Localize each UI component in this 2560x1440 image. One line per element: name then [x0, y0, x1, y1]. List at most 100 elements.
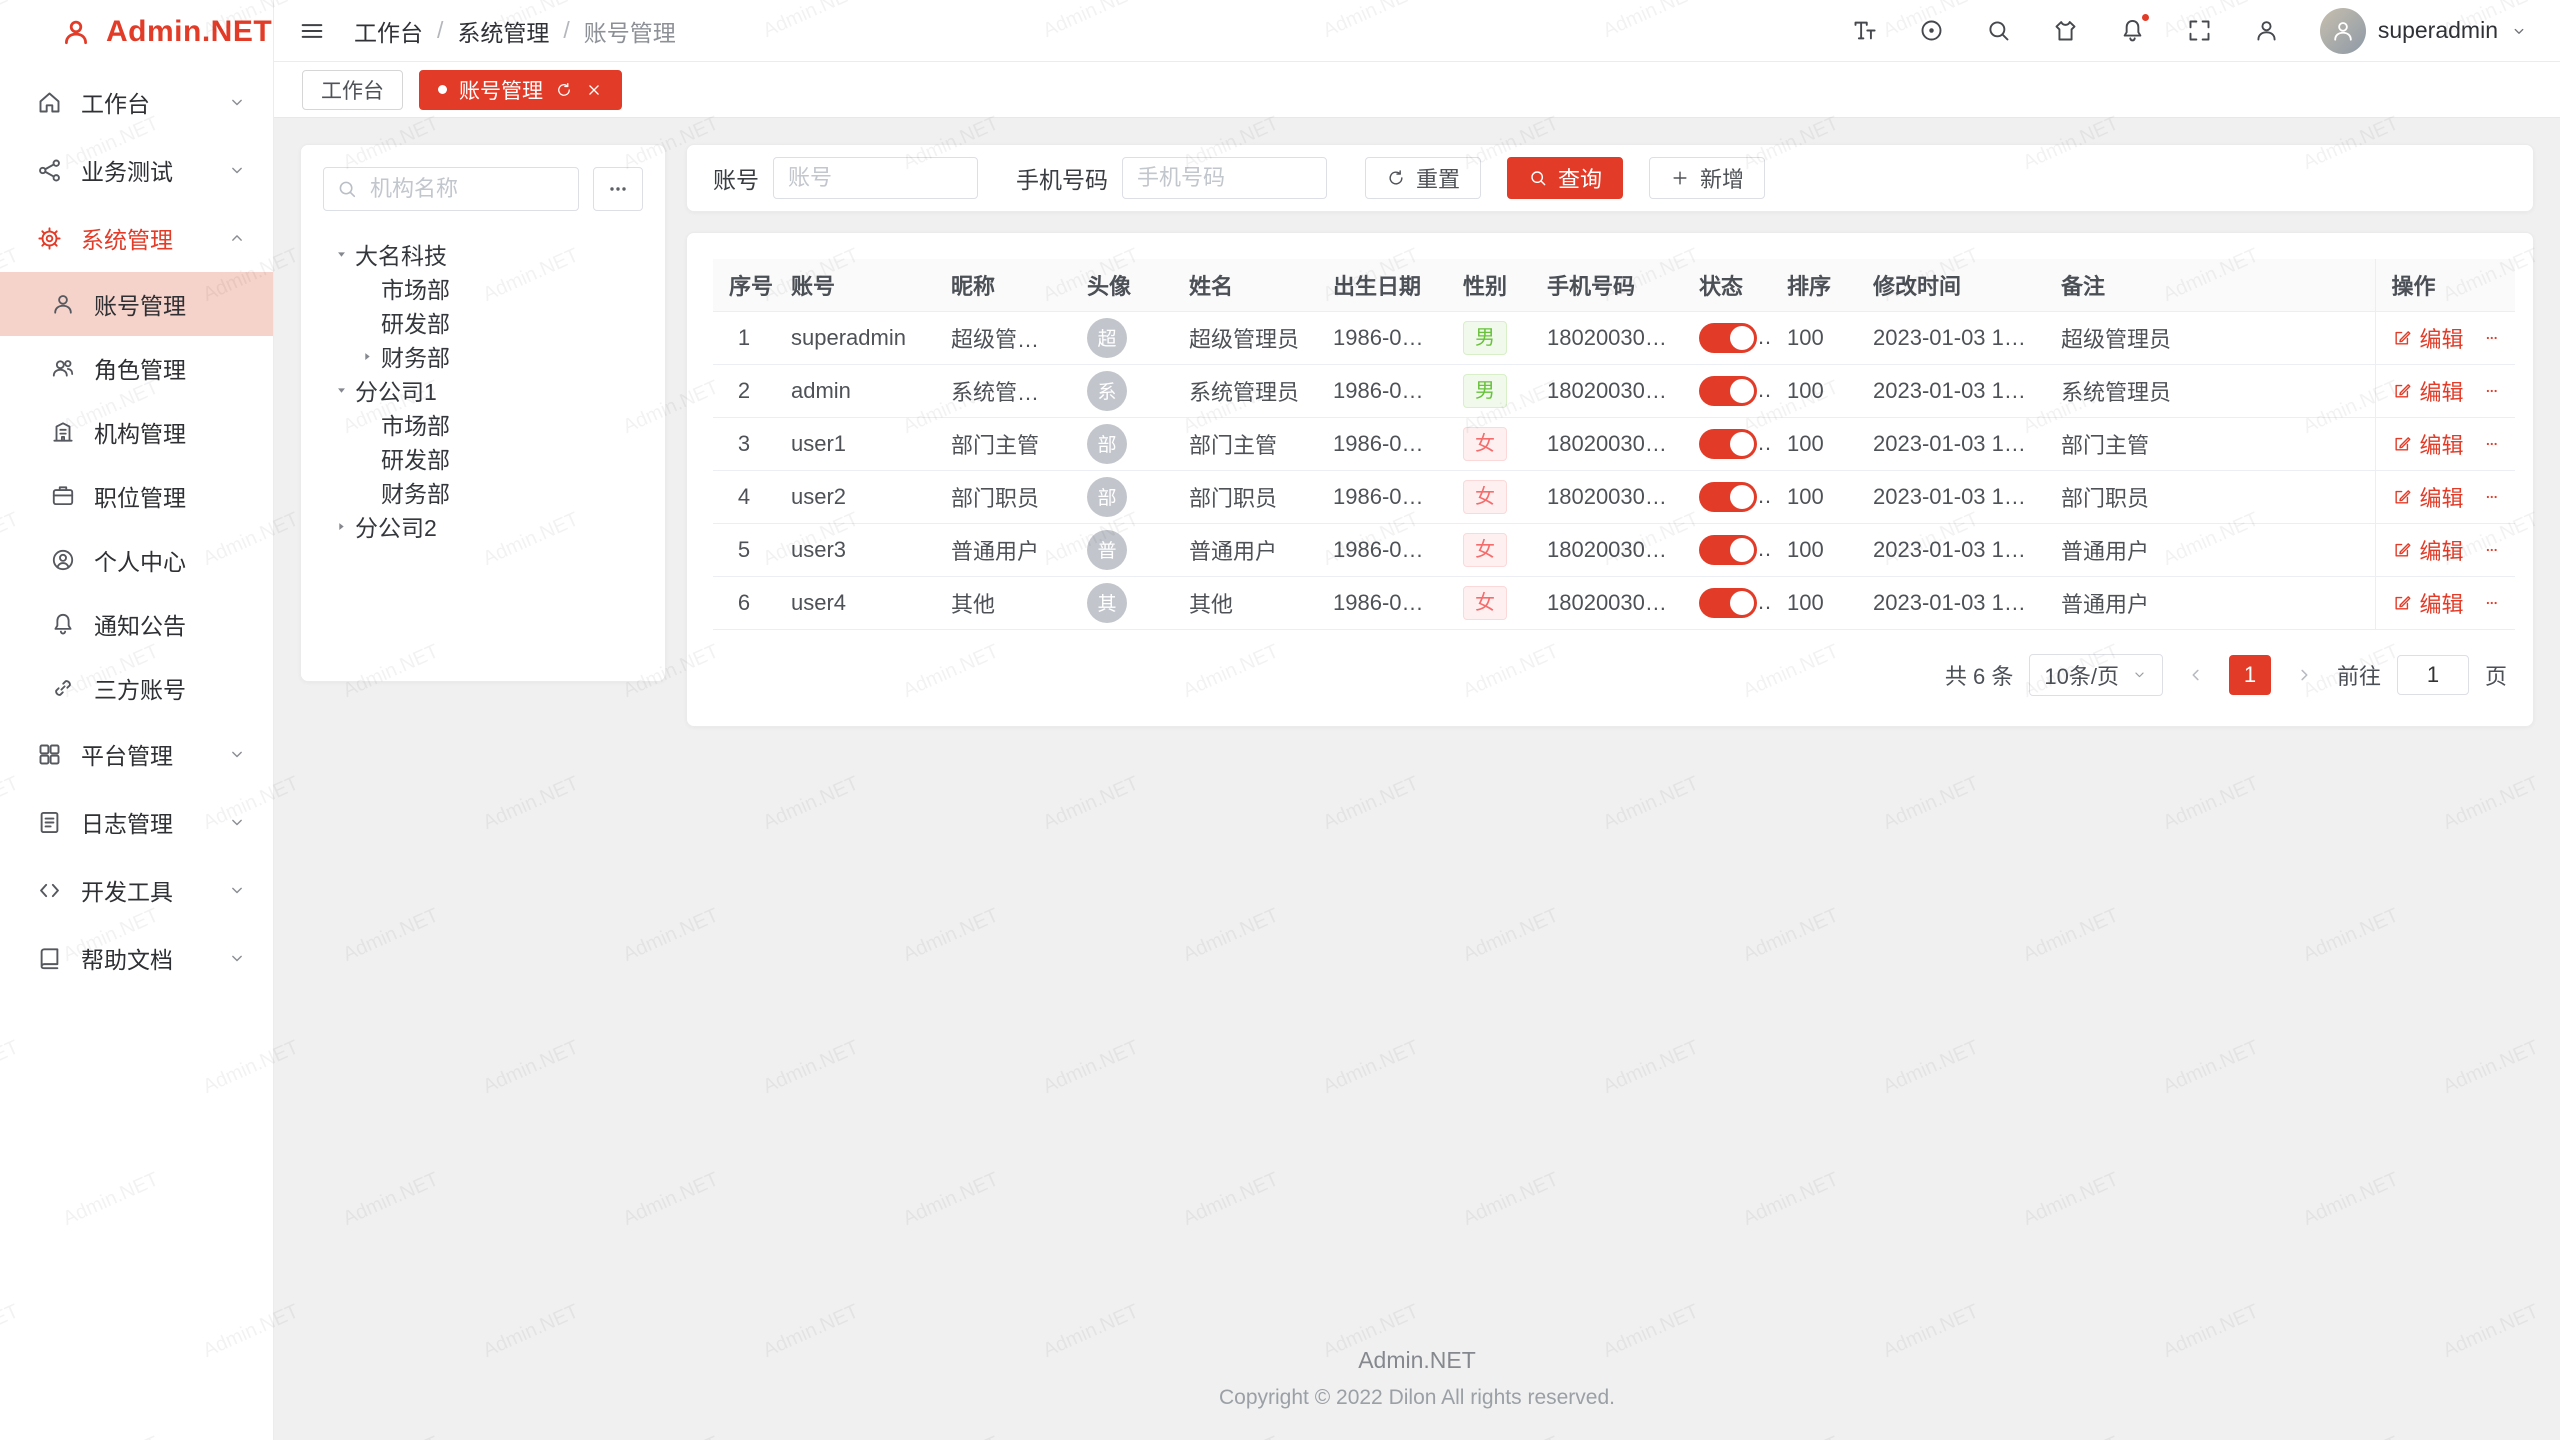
close-icon[interactable]: [585, 81, 603, 99]
sidebar-item[interactable]: 日志管理: [0, 788, 273, 856]
prev-page-button[interactable]: [2179, 658, 2213, 692]
font-size-icon[interactable]: [1851, 17, 1878, 44]
tree-caret-spacer: [353, 308, 381, 336]
tree-node[interactable]: 市场部: [323, 271, 643, 305]
tree-node-label: 分公司1: [355, 373, 437, 407]
footer-copyright: Copyright © 2022 Dilon All rights reserv…: [274, 1386, 2560, 1410]
tree-caret[interactable]: [327, 240, 355, 268]
status-toggle[interactable]: [1699, 535, 1757, 565]
breadcrumb-item[interactable]: 系统管理: [457, 14, 549, 48]
edit-button[interactable]: 编辑: [2392, 481, 2464, 513]
sidebar-subitem-label: 三方账号: [94, 671, 247, 705]
cell-birth: 1986-06-28: [1317, 311, 1447, 364]
cell-order: 100: [1771, 470, 1857, 523]
search-icon: [1528, 168, 1548, 188]
cell-remark: 部门职员: [2045, 470, 2375, 523]
cell-name: 普通用户: [1173, 523, 1317, 576]
goto-page-input[interactable]: [2397, 655, 2469, 695]
search-button[interactable]: 查询: [1507, 157, 1623, 199]
tree-caret-spacer: [353, 410, 381, 438]
tree-caret[interactable]: [353, 342, 381, 370]
sidebar-subitem[interactable]: 通知公告: [0, 592, 273, 656]
tree-node[interactable]: 研发部: [323, 305, 643, 339]
tree-node[interactable]: 财务部: [323, 475, 643, 509]
bell-icon[interactable]: [2119, 17, 2146, 44]
row-more-icon[interactable]: [2484, 379, 2499, 403]
discover-icon[interactable]: [1918, 17, 1945, 44]
row-more-icon[interactable]: [2484, 326, 2499, 350]
view-tab[interactable]: 工作台: [302, 70, 403, 110]
tree-node[interactable]: 市场部: [323, 407, 643, 441]
tree-node[interactable]: 财务部: [323, 339, 643, 373]
next-page-button[interactable]: [2287, 658, 2321, 692]
account-filter-input[interactable]: [773, 157, 978, 199]
status-toggle[interactable]: [1699, 323, 1757, 353]
cell-remark: 普通用户: [2045, 576, 2375, 629]
status-toggle[interactable]: [1699, 376, 1757, 406]
sidebar-item[interactable]: 业务测试: [0, 136, 273, 204]
theme-icon[interactable]: [2052, 17, 2079, 44]
sidebar-subitem[interactable]: 职位管理: [0, 464, 273, 528]
column-header: 姓名: [1173, 259, 1317, 311]
tree-node[interactable]: 研发部: [323, 441, 643, 475]
cell-nickname: 其他: [935, 576, 1071, 629]
sidebar-item[interactable]: 工作台: [0, 68, 273, 136]
refresh-icon: [555, 81, 573, 99]
row-more-icon[interactable]: [2484, 538, 2499, 562]
user-menu[interactable]: superadmin: [2320, 8, 2528, 54]
sidebar-subitem[interactable]: 三方账号: [0, 656, 273, 720]
app-logo[interactable]: Admin.NET: [0, 0, 273, 64]
reset-button[interactable]: 重置: [1365, 157, 1481, 199]
sidebar-item[interactable]: 平台管理: [0, 720, 273, 788]
edit-button[interactable]: 编辑: [2392, 322, 2464, 354]
edit-button[interactable]: 编辑: [2392, 375, 2464, 407]
sidebar-item[interactable]: 开发工具: [0, 856, 273, 924]
tree-node[interactable]: 大名科技: [323, 237, 643, 271]
phone-filter-input[interactable]: [1122, 157, 1327, 199]
breadcrumb-item[interactable]: 工作台: [354, 14, 423, 48]
cell-remark: 超级管理员: [2045, 311, 2375, 364]
sidebar-subitem[interactable]: 个人中心: [0, 528, 273, 592]
edit-button[interactable]: 编辑: [2392, 534, 2464, 566]
row-more-icon[interactable]: [2484, 485, 2499, 509]
tree-node[interactable]: 分公司2: [323, 509, 643, 543]
sidebar-menu: 工作台业务测试系统管理账号管理角色管理机构管理职位管理个人中心通知公告三方账号平…: [0, 64, 273, 1440]
status-toggle[interactable]: [1699, 429, 1757, 459]
search-icon[interactable]: [1985, 17, 2012, 44]
sidebar-item[interactable]: 系统管理: [0, 204, 273, 272]
status-toggle[interactable]: [1699, 482, 1757, 512]
plus-icon: [1670, 168, 1690, 188]
table-row: 5user3普通用户普普通用户1986-06-28女18020030720100…: [713, 523, 2515, 576]
edit-button[interactable]: 编辑: [2392, 587, 2464, 619]
sidebar-subitem[interactable]: 账号管理: [0, 272, 273, 336]
edit-icon: [2392, 328, 2412, 348]
sidebar-subitem[interactable]: 机构管理: [0, 400, 273, 464]
fullscreen-icon[interactable]: [2186, 17, 2213, 44]
tree-caret[interactable]: [327, 512, 355, 540]
org-search-input[interactable]: [368, 175, 566, 203]
chev-down-icon: [227, 812, 247, 832]
add-button[interactable]: 新增: [1649, 157, 1765, 199]
cell-nickname: 部门主管: [935, 417, 1071, 470]
goto-label: 前往: [2337, 659, 2381, 691]
tree-more-button[interactable]: [593, 167, 643, 211]
profile-icon[interactable]: [2253, 17, 2280, 44]
status-toggle[interactable]: [1699, 588, 1757, 618]
cell-order: 100: [1771, 311, 1857, 364]
edit-button[interactable]: 编辑: [2392, 428, 2464, 460]
sidebar-subitem[interactable]: 角色管理: [0, 336, 273, 400]
cell-nickname: 普通用户: [935, 523, 1071, 576]
tree-caret[interactable]: [327, 376, 355, 404]
org-tree: 大名科技市场部研发部财务部分公司1市场部研发部财务部分公司2: [323, 237, 643, 543]
row-more-icon[interactable]: [2484, 591, 2499, 615]
view-tab[interactable]: 账号管理: [419, 70, 622, 110]
page-1-button[interactable]: 1: [2229, 655, 2271, 695]
column-header: 修改时间: [1857, 259, 2045, 311]
page-size-select[interactable]: 10条/页: [2029, 654, 2163, 696]
hamburger-menu-icon[interactable]: [298, 16, 328, 46]
row-more-icon[interactable]: [2484, 432, 2499, 456]
sidebar-item-label: 开发工具: [81, 873, 209, 907]
tree-node[interactable]: 分公司1: [323, 373, 643, 407]
sidebar-item[interactable]: 帮助文档: [0, 924, 273, 992]
pagination: 共 6 条 10条/页 1 前往 页: [713, 654, 2507, 696]
